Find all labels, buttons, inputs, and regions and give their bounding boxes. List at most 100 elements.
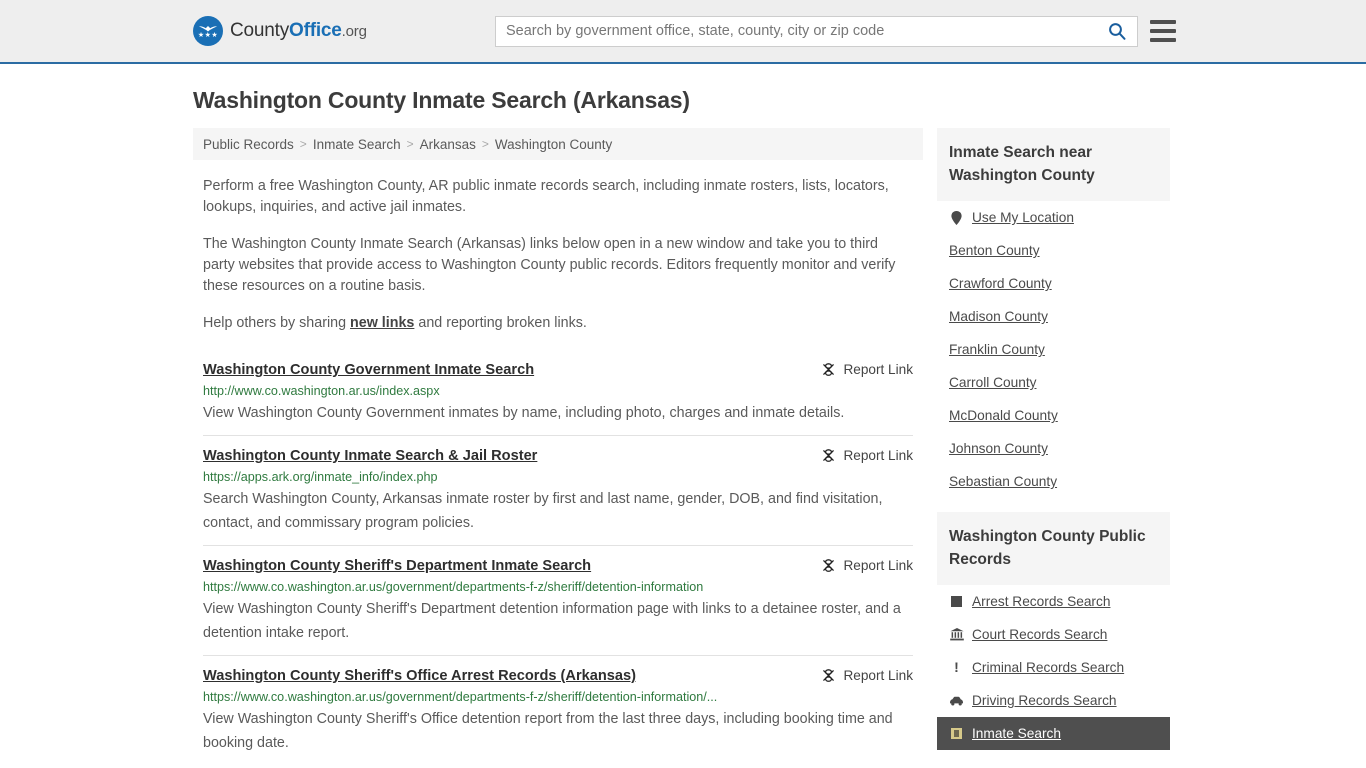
result-title-link[interactable]: Washington County Sheriff's Office Arres… — [203, 667, 636, 685]
fingerprint-square-icon — [949, 596, 964, 607]
site-header: ★★★ CountyOffice.org — [0, 0, 1366, 64]
intro-p3-before: Help others by sharing — [203, 315, 351, 331]
sidebar-item-carroll-county[interactable]: Carroll County — [937, 366, 1170, 399]
sidebar-item-inmate-search[interactable]: Inmate Search — [937, 717, 1170, 750]
broken-link-icon — [823, 363, 835, 376]
sidebar-nearby-box: Inmate Search near Washington County Use… — [937, 128, 1170, 498]
intro-paragraph-2: The Washington County Inmate Search (Ark… — [203, 236, 896, 294]
sidebar-item-criminal-records[interactable]: ! Criminal Records Search — [937, 651, 1170, 684]
result-header: Washington County Government Inmate Sear… — [203, 361, 913, 379]
menu-bar-1 — [1150, 20, 1176, 24]
report-link-button[interactable]: Report Link — [821, 667, 913, 683]
site-logo[interactable]: ★★★ CountyOffice.org — [193, 16, 367, 46]
result-url: https://www.co.washington.ar.us/governme… — [203, 580, 704, 594]
logo-text-org: .org — [341, 23, 367, 40]
logo-text-office: Office — [289, 20, 342, 41]
result-url: https://www.co.washington.ar.us/governme… — [203, 690, 718, 704]
sidebar-nearby-link[interactable]: McDonald County — [949, 408, 1058, 423]
result-description: Search Washington County, Arkansas inmat… — [203, 491, 883, 531]
report-link-button[interactable]: Report Link — [821, 361, 913, 377]
result-description: View Washington County Sheriff's Office … — [203, 711, 893, 751]
page-title: Washington County Inmate Search (Arkansa… — [193, 87, 690, 113]
sidebar-nearby-link[interactable]: Johnson County — [949, 441, 1048, 456]
result-header: Washington County Inmate Search & Jail R… — [203, 447, 913, 465]
result-list: Washington County Government Inmate Sear… — [193, 352, 923, 765]
car-icon — [949, 696, 964, 706]
sidebar-item-crawford-county[interactable]: Crawford County — [937, 267, 1170, 300]
breadcrumb-item-inmate-search[interactable]: Inmate Search — [313, 137, 401, 152]
logo-wordmark: CountyOffice.org — [230, 20, 367, 42]
search-icon — [1109, 23, 1126, 40]
intro-paragraph-3: Help others by sharing new links and rep… — [203, 313, 913, 334]
search-button[interactable] — [1097, 17, 1137, 46]
sidebar-records-link[interactable]: Court Records Search — [972, 627, 1107, 642]
sidebar-item-johnson-county[interactable]: Johnson County — [937, 432, 1170, 465]
sidebar-item-franklin-county[interactable]: Franklin County — [937, 333, 1170, 366]
result-title-link[interactable]: Washington County Government Inmate Sear… — [203, 361, 534, 379]
result-header: Washington County Sheriff's Office Arres… — [203, 667, 913, 685]
sidebar-records-link[interactable]: Driving Records Search — [972, 693, 1117, 708]
result-title-link[interactable]: Washington County Sheriff's Department I… — [203, 557, 591, 575]
result-description: View Washington County Government inmate… — [203, 405, 845, 421]
courthouse-icon — [949, 628, 964, 641]
sidebar-item-driving-records[interactable]: Driving Records Search — [937, 684, 1170, 717]
result-header: Washington County Sheriff's Department I… — [203, 557, 913, 575]
eagle-shield-icon: ★★★ — [193, 16, 223, 46]
search-bar[interactable] — [495, 15, 1138, 47]
sidebar-nearby-list: Use My Location Benton County Crawford C… — [937, 201, 1170, 498]
sidebar-item-sebastian-county[interactable]: Sebastian County — [937, 465, 1170, 498]
result-item: Washington County Sheriff's Department I… — [203, 545, 913, 655]
exclamation-icon: ! — [954, 659, 959, 675]
result-url: https://apps.ark.org/inmate_info/index.p… — [203, 470, 438, 484]
sidebar-nearby-link[interactable]: Benton County — [949, 243, 1040, 258]
hamburger-menu-icon[interactable] — [1150, 20, 1176, 42]
report-link-label: Report Link — [843, 362, 913, 377]
search-input[interactable] — [496, 16, 1097, 46]
sidebar-records-link[interactable]: Arrest Records Search — [972, 594, 1110, 609]
breadcrumb-item-public-records[interactable]: Public Records — [203, 137, 294, 152]
sidebar-nearby-link[interactable]: Franklin County — [949, 342, 1045, 357]
sidebar-public-records-list: Arrest Records Search Court Records Sear… — [937, 585, 1170, 750]
page-container: Washington County Inmate Search (Arkansa… — [0, 64, 1366, 765]
sidebar-item-benton-county[interactable]: Benton County — [937, 234, 1170, 267]
intro-paragraph-1: Perform a free Washington County, AR pub… — [203, 178, 889, 215]
result-item: Washington County Government Inmate Sear… — [203, 352, 913, 435]
breadcrumb-separator: > — [299, 137, 307, 151]
sidebar-item-mcdonald-county[interactable]: McDonald County — [937, 399, 1170, 432]
sidebar-public-records-box: Washington County Public Records Arrest … — [937, 512, 1170, 750]
menu-bar-3 — [1150, 38, 1176, 42]
sidebar-nearby-link[interactable]: Madison County — [949, 309, 1048, 324]
menu-bar-2 — [1150, 29, 1176, 33]
report-link-label: Report Link — [843, 668, 913, 683]
result-title-link[interactable]: Washington County Inmate Search & Jail R… — [203, 447, 537, 465]
sidebar-nearby-link[interactable]: Carroll County — [949, 375, 1036, 390]
sidebar-item-madison-county[interactable]: Madison County — [937, 300, 1170, 333]
sidebar-nearby-link[interactable]: Crawford County — [949, 276, 1052, 291]
sidebar-records-link[interactable]: Criminal Records Search — [972, 660, 1124, 675]
new-links-link[interactable]: new links — [350, 315, 414, 331]
result-url: http://www.co.washington.ar.us/index.asp… — [203, 384, 440, 398]
inmate-badge-icon — [949, 728, 964, 739]
broken-link-icon — [823, 559, 835, 572]
report-link-label: Report Link — [843, 448, 913, 463]
sidebar-item-court-records[interactable]: Court Records Search — [937, 618, 1170, 651]
map-pin-icon — [949, 210, 964, 225]
breadcrumb-item-arkansas[interactable]: Arkansas — [420, 137, 476, 152]
breadcrumb: Public Records > Inmate Search > Arkansa… — [193, 128, 923, 160]
sidebar-nearby-link[interactable]: Sebastian County — [949, 474, 1057, 489]
result-description: View Washington County Sheriff's Departm… — [203, 601, 901, 641]
result-item: Washington County Inmate Search & Jail R… — [203, 435, 913, 545]
breadcrumb-separator: > — [481, 137, 489, 151]
content-columns: Public Records > Inmate Search > Arkansa… — [193, 128, 1173, 765]
sidebar-item-arrest-records[interactable]: Arrest Records Search — [937, 585, 1170, 618]
sidebar-nearby-link[interactable]: Use My Location — [972, 210, 1074, 225]
report-link-button[interactable]: Report Link — [821, 557, 913, 573]
breadcrumb-item-washington-county[interactable]: Washington County — [495, 137, 612, 152]
broken-link-icon — [823, 669, 835, 682]
result-item: Washington County Sheriff's Office Arres… — [203, 655, 913, 765]
intro-section: Perform a free Washington County, AR pub… — [193, 176, 923, 334]
sidebar-records-link[interactable]: Inmate Search — [972, 726, 1061, 741]
report-link-button[interactable]: Report Link — [821, 447, 913, 463]
main-column: Public Records > Inmate Search > Arkansa… — [193, 128, 923, 765]
sidebar-item-use-my-location[interactable]: Use My Location — [937, 201, 1170, 234]
